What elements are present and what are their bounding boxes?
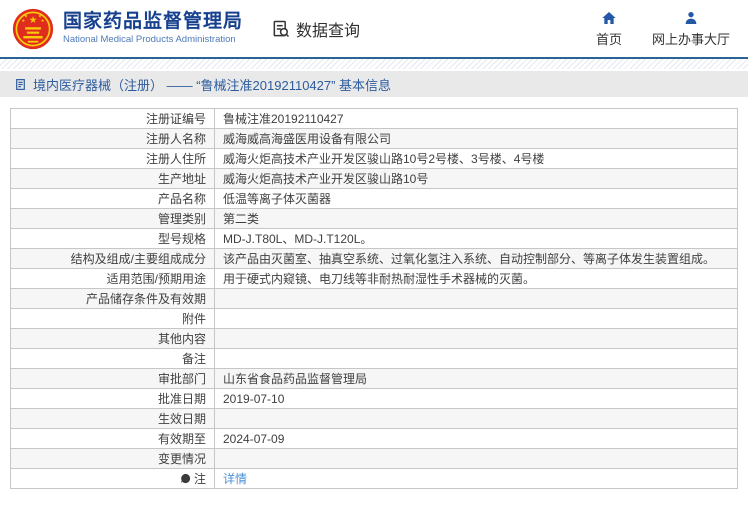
table-row: 注册人名称 威海威高海盛医用设备有限公司 — [10, 128, 738, 149]
row-value — [214, 288, 738, 309]
row-value: 详情 — [214, 468, 738, 489]
person-icon — [685, 11, 697, 24]
row-value: 用于硬式内窥镜、电刀线等非耐热耐湿性手术器械的灭菌。 — [214, 268, 738, 289]
decorative-hatch-strip — [0, 59, 748, 69]
table-row: 附件 — [10, 308, 738, 329]
table-row: 生产地址 威海火炬高技术产业开发区骏山路10号 — [10, 168, 738, 189]
row-label: 型号规格 — [10, 228, 215, 249]
table-row: 型号规格 MD-J.T80L、MD-J.T120L。 — [10, 228, 738, 249]
row-label: 管理类别 — [10, 208, 215, 229]
site-header: ★ ★ ★ ★ ★ 国家药品监督管理局 National Medical Pro… — [0, 0, 748, 59]
table-row: 审批部门 山东省食品药品监督管理局 — [10, 368, 738, 389]
row-value — [214, 348, 738, 369]
registration-info-table: 注册证编号 鲁械注准20192110427 注册人名称 威海威高海盛医用设备有限… — [10, 108, 738, 489]
home-icon — [602, 11, 616, 24]
row-value: 该产品由灭菌室、抽真空系统、过氧化氢注入系统、自动控制部分、等离子体发生装置组成… — [214, 248, 738, 269]
document-icon — [16, 78, 25, 90]
table-row: 结构及组成/主要组成成分 该产品由灭菌室、抽真空系统、过氧化氢注入系统、自动控制… — [10, 248, 738, 269]
nmpa-logo: ★ ★ ★ ★ ★ 国家药品监督管理局 National Medical Pro… — [12, 8, 243, 50]
row-value — [214, 448, 738, 469]
table-row: 批准日期 2019-07-10 — [10, 388, 738, 409]
row-label: 生产地址 — [10, 168, 215, 189]
row-value — [214, 308, 738, 329]
table-row: 管理类别 第二类 — [10, 208, 738, 229]
row-value: 威海火炬高技术产业开发区骏山路10号 — [214, 168, 738, 189]
row-label: 适用范围/预期用途 — [10, 268, 215, 289]
row-value: 2024-07-09 — [214, 428, 738, 449]
comment-icon — [180, 473, 191, 487]
row-label: 产品名称 — [10, 188, 215, 209]
row-label: 附件 — [10, 308, 215, 329]
data-query-nav[interactable]: 数据查询 — [271, 17, 360, 41]
site-title: 国家药品监督管理局 — [63, 11, 244, 33]
table-row: 有效期至 2024-07-09 — [10, 428, 738, 449]
table-row: 产品储存条件及有效期 — [10, 288, 738, 309]
table-row: 适用范围/预期用途 用于硬式内窥镜、电刀线等非耐热耐湿性手术器械的灭菌。 — [10, 268, 738, 289]
top-nav: 首页 网上办事大厅 — [596, 10, 730, 48]
row-label: 注册人住所 — [10, 148, 215, 169]
detail-link[interactable]: 详情 — [223, 472, 247, 486]
row-label: 注册证编号 — [10, 108, 215, 129]
row-label: 审批部门 — [10, 368, 215, 389]
svg-text:★: ★ — [24, 13, 28, 18]
row-label: 其他内容 — [10, 328, 215, 349]
row-label: 注 — [10, 468, 215, 489]
table-row: 产品名称 低温等离子体灭菌器 — [10, 188, 738, 209]
row-label: 备注 — [10, 348, 215, 369]
svg-text:★: ★ — [29, 14, 38, 25]
row-label: 结构及组成/主要组成成分 — [10, 248, 215, 269]
row-label: 变更情况 — [10, 448, 215, 469]
row-value: 第二类 — [214, 208, 738, 229]
svg-text:★: ★ — [38, 13, 42, 18]
row-value: 威海火炬高技术产业开发区骏山路10号2号楼、3号楼、4号楼 — [214, 148, 738, 169]
row-label: 批准日期 — [10, 388, 215, 409]
note-label: 注 — [193, 472, 206, 486]
nav-home[interactable]: 首页 — [596, 10, 622, 48]
nav-service-hall[interactable]: 网上办事大厅 — [652, 10, 730, 48]
row-value: 山东省食品药品监督管理局 — [214, 368, 738, 389]
row-label: 注册人名称 — [10, 128, 215, 149]
row-value: MD-J.T80L、MD-J.T120L。 — [214, 228, 738, 249]
row-value: 2019-07-10 — [214, 388, 738, 409]
page-title-bar: 境内医疗器械（注册） —— “鲁械注准20192110427” 基本信息 — [0, 71, 748, 97]
page-title: 境内医疗器械（注册） —— “鲁械注准20192110427” 基本信息 — [33, 77, 392, 93]
table-row-note: 注 详情 — [10, 468, 738, 489]
nav-service-hall-label: 网上办事大厅 — [651, 31, 730, 47]
table-row: 注册证编号 鲁械注准20192110427 — [10, 108, 738, 129]
row-label: 产品储存条件及有效期 — [10, 288, 215, 309]
row-label: 生效日期 — [10, 408, 215, 429]
row-label: 有效期至 — [10, 428, 215, 449]
row-value: 威海威高海盛医用设备有限公司 — [214, 128, 738, 149]
row-value — [214, 328, 738, 349]
table-row: 生效日期 — [10, 408, 738, 429]
table-row: 其他内容 — [10, 328, 738, 349]
data-query-label: 数据查询 — [296, 22, 361, 40]
svg-text:★: ★ — [21, 18, 25, 23]
table-row: 注册人住所 威海火炬高技术产业开发区骏山路10号2号楼、3号楼、4号楼 — [10, 148, 738, 169]
document-search-icon — [273, 20, 290, 37]
table-row: 备注 — [10, 348, 738, 369]
row-value: 鲁械注准20192110427 — [214, 108, 738, 129]
nav-home-label: 首页 — [595, 31, 622, 47]
china-national-emblem-icon: ★ ★ ★ ★ ★ — [12, 8, 54, 49]
svg-text:★: ★ — [41, 18, 45, 23]
row-value — [214, 408, 738, 429]
site-subtitle: National Medical Products Administration — [63, 33, 236, 45]
table-row: 变更情况 — [10, 448, 738, 469]
row-value: 低温等离子体灭菌器 — [214, 188, 738, 209]
